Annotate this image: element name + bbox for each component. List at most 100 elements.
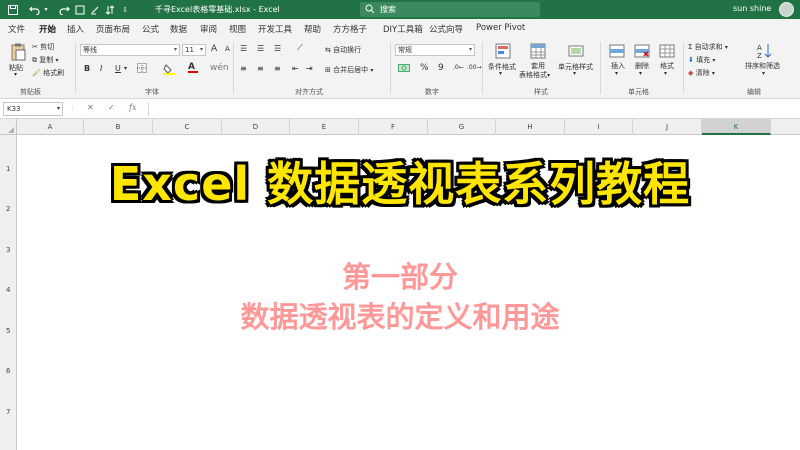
italic-button[interactable]: I [100,64,102,73]
insert-cells-icon[interactable] [609,43,625,61]
tab-view[interactable]: 视图 [229,23,246,35]
cell-styles-icon[interactable] [568,43,584,61]
enter-icon[interactable]: ✓ [108,103,115,112]
fill-button[interactable]: ⬇ 填充 ▾ [688,55,715,65]
sort-filter-icon[interactable]: AZ [757,43,773,61]
column-header-g[interactable]: G [428,119,496,135]
user-name[interactable]: sun shine [733,4,771,13]
chevron-down-icon[interactable]: ▾ [615,70,618,77]
chevron-down-icon[interactable]: ▾ [664,70,667,77]
sort-icon[interactable] [104,3,116,16]
shrink-font-button[interactable]: A [225,45,230,53]
customize-qa-icon[interactable]: ⇩ [119,3,131,16]
paste-dropdown-icon[interactable]: ▾ [14,71,17,78]
format-as-table-button[interactable]: 表格格式▾ [519,70,550,80]
font-color-icon[interactable]: A [188,62,198,73]
column-header-j[interactable]: J [633,119,702,135]
number-format-select[interactable]: 常规 ▾ [395,44,475,56]
decrease-indent-icon[interactable]: ⇤ [292,64,299,73]
autosum-button[interactable]: Σ 自动求和 ▾ [688,42,728,52]
format-as-table-icon[interactable] [530,43,546,61]
cut-button[interactable]: ✂ 剪切 [32,42,54,52]
align-left-icon[interactable]: ≡ [240,64,247,73]
column-header-k[interactable]: K [702,119,771,135]
tab-help[interactable]: 帮助 [304,23,321,35]
font-name-select[interactable]: 等线 ▾ [80,44,180,56]
increase-decimal-icon[interactable]: .0← [453,64,464,71]
phonetic-icon[interactable]: wén [210,63,229,73]
tab-file[interactable]: 文件 [8,23,25,35]
copy-button[interactable]: ⧉ 复制 ▾ [32,55,58,65]
align-bottom-icon[interactable]: ☰ [274,44,281,53]
insert-function-button[interactable]: fx [129,103,136,112]
tab-formulas[interactable]: 公式 [142,23,159,35]
column-header-i[interactable]: I [565,119,633,135]
column-header-d[interactable]: D [222,119,290,135]
tab-page-layout[interactable]: 页面布局 [96,23,130,35]
bold-button[interactable]: B [84,64,90,73]
paste-icon[interactable] [10,43,26,63]
avatar[interactable] [779,2,794,17]
chevron-down-icon: ▾ [712,57,716,64]
grow-font-button[interactable]: A [211,44,217,54]
tab-insert[interactable]: 插入 [67,23,84,35]
clear-icon[interactable] [89,3,101,16]
underline-dropdown-icon[interactable]: ▾ [124,65,127,72]
redo-icon[interactable] [58,3,71,16]
tab-developer[interactable]: 开发工具 [258,23,292,35]
align-right-icon[interactable]: ≡ [274,64,281,73]
align-top-icon[interactable]: ☰ [240,44,247,53]
wrap-text-button[interactable]: ⇆ 自动换行 [325,45,361,55]
column-header-f[interactable]: F [359,119,428,135]
chevron-down-icon[interactable]: ▾ [762,70,765,77]
decrease-decimal-icon[interactable]: .00→ [467,64,482,71]
column-header-h[interactable]: H [496,119,565,135]
undo-icon[interactable] [28,3,41,16]
chevron-down-icon[interactable]: ▾ [639,70,642,77]
row-header-3[interactable]: 3 [0,246,17,254]
percent-button[interactable]: % [420,63,429,73]
tab-data[interactable]: 数据 [170,23,187,35]
format-cells-icon[interactable] [659,43,675,61]
column-header-a[interactable]: A [17,119,84,135]
merge-center-button[interactable]: ⊞ 合并后居中 ▾ [325,65,373,75]
tab-power-pivot[interactable]: Power Pivot [476,23,525,33]
conditional-format-icon[interactable] [495,43,511,61]
align-middle-icon[interactable]: ☰ [257,44,264,53]
row-header-6[interactable]: 6 [0,367,17,375]
tab-home[interactable]: 开始 [39,23,57,39]
format-painter-button[interactable]: 🖌 格式刷 [32,68,64,78]
search-box[interactable]: 搜索 [360,2,540,17]
formula-bar-handle-icon[interactable]: ⋮ [70,105,76,112]
chevron-down-icon[interactable]: ▾ [573,70,576,77]
chevron-down-icon[interactable]: ▾ [499,70,502,77]
tab-formula-wizard[interactable]: 公式向导 [429,23,463,35]
column-header-c[interactable]: C [153,119,222,135]
delete-cells-icon[interactable] [634,43,650,61]
merge-center-label: 合并后居中 [333,66,369,74]
column-header-b[interactable]: B [84,119,153,135]
tab-review[interactable]: 审阅 [200,23,217,35]
search-placeholder: 搜索 [380,5,396,14]
align-center-icon[interactable]: ≡ [257,64,264,73]
orientation-icon[interactable]: ⟋ [297,43,303,53]
save-icon[interactable] [6,3,19,16]
row-header-7[interactable]: 7 [0,408,17,416]
touch-mode-icon[interactable] [74,3,86,16]
fill-color-icon[interactable] [163,63,175,77]
select-all-button[interactable] [0,119,17,135]
name-box[interactable]: K33 ▾ [3,102,63,116]
clear-button[interactable]: ◆ 清除 ▾ [688,68,715,78]
comma-style-button[interactable]: 9 [438,63,444,73]
tab-diy-toolbox[interactable]: DIY工具箱 [383,23,423,35]
formula-input[interactable] [148,102,796,116]
column-header-e[interactable]: E [290,119,359,135]
currency-icon[interactable] [398,63,410,75]
tab-fangfang[interactable]: 方方格子 [333,23,367,35]
font-size-select[interactable]: 11 ▾ [182,44,206,56]
cancel-icon[interactable]: ✕ [87,103,94,112]
undo-dropdown-icon[interactable]: ▾ [42,3,50,16]
increase-indent-icon[interactable]: ⇥ [306,64,313,73]
underline-button[interactable]: U [115,64,121,73]
borders-icon[interactable] [137,63,147,75]
